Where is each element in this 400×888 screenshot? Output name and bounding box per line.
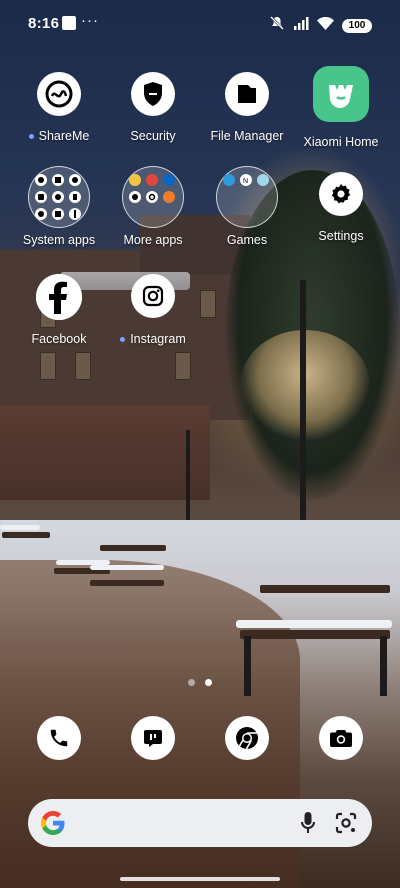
chrome-icon bbox=[225, 716, 269, 760]
folder-system-apps[interactable]: System apps bbox=[11, 166, 107, 247]
page-indicator bbox=[0, 673, 400, 691]
status-time: 8:16 bbox=[28, 15, 60, 32]
app-label: ShareMe bbox=[38, 129, 90, 143]
gear-icon bbox=[319, 172, 363, 216]
app-instagram[interactable]: Instagram bbox=[105, 274, 201, 346]
new-install-dot bbox=[28, 134, 34, 140]
shield-icon bbox=[131, 72, 175, 116]
battery-indicator: 100 bbox=[342, 18, 372, 33]
instagram-icon bbox=[131, 274, 175, 318]
folder-label: System apps bbox=[22, 233, 96, 247]
phone-icon bbox=[37, 716, 81, 760]
google-logo-icon bbox=[40, 810, 66, 841]
gesture-navigation-bar[interactable] bbox=[120, 877, 280, 881]
voice-search-mic-icon[interactable] bbox=[300, 811, 316, 840]
folder-games[interactable]: N Games bbox=[199, 166, 295, 247]
google-lens-icon[interactable] bbox=[334, 811, 358, 840]
folder-icon bbox=[225, 72, 269, 116]
app-facebook[interactable]: Facebook bbox=[11, 274, 107, 346]
status-bar: 8:16 ··· 100 bbox=[0, 0, 400, 46]
app-file-manager[interactable]: File Manager bbox=[199, 72, 295, 143]
shareme-icon bbox=[37, 72, 81, 116]
app-label: Facebook bbox=[31, 332, 87, 346]
folder-grid-icon: N bbox=[216, 166, 278, 228]
new-install-dot bbox=[120, 337, 126, 343]
dock-phone[interactable] bbox=[11, 716, 107, 760]
app-settings[interactable]: Settings bbox=[293, 172, 389, 243]
app-shareme[interactable]: ShareMe bbox=[11, 72, 107, 143]
folder-label: More apps bbox=[123, 233, 183, 247]
mute-icon bbox=[269, 15, 285, 36]
page-dot[interactable] bbox=[188, 679, 195, 686]
messages-icon bbox=[131, 716, 175, 760]
svg-text:N: N bbox=[243, 178, 248, 184]
facebook-icon bbox=[36, 274, 82, 320]
folder-grid-icon bbox=[122, 166, 184, 228]
mi-home-icon bbox=[313, 66, 369, 122]
app-label: Security bbox=[130, 129, 176, 143]
dock-camera[interactable] bbox=[293, 716, 389, 760]
folder-grid-icon bbox=[28, 166, 90, 228]
app-label: Instagram bbox=[130, 332, 186, 346]
more-notifications-indicator: ··· bbox=[81, 12, 99, 29]
dock-messages[interactable] bbox=[105, 716, 201, 760]
folder-label: Games bbox=[226, 233, 268, 247]
folder-more-apps[interactable]: More apps bbox=[105, 166, 201, 247]
google-search-bar[interactable] bbox=[28, 799, 372, 847]
app-label: File Manager bbox=[210, 129, 284, 143]
app-label: Settings bbox=[318, 229, 364, 243]
signal-icon bbox=[293, 16, 309, 35]
dock-chrome[interactable] bbox=[199, 716, 295, 760]
wifi-icon bbox=[317, 16, 334, 35]
app-label: Xiaomi Home bbox=[303, 135, 379, 149]
camera-icon bbox=[319, 716, 363, 760]
app-security[interactable]: Security bbox=[105, 72, 201, 143]
app-xiaomi-home[interactable]: Xiaomi Home bbox=[293, 66, 389, 149]
notification-square-icon bbox=[62, 16, 76, 30]
page-dot-active[interactable] bbox=[205, 679, 212, 686]
